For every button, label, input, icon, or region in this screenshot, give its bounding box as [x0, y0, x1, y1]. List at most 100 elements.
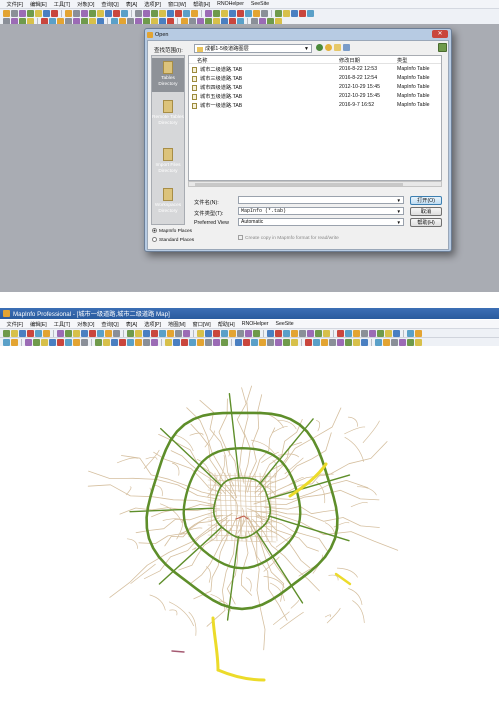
menu-tools[interactable]: 工具[T]	[50, 1, 73, 8]
toolbar-button-icon[interactable]	[361, 338, 368, 346]
toolbar-button-icon[interactable]	[253, 9, 260, 17]
toolbar-button-icon[interactable]	[81, 329, 88, 337]
toolbar-button-icon[interactable]	[119, 338, 126, 346]
toolbar-button-icon[interactable]	[159, 329, 166, 337]
toolbar-button-icon[interactable]	[65, 329, 72, 337]
menu-rnohelper[interactable]: RNOHelper	[214, 1, 248, 7]
map-canvas[interactable]	[0, 346, 499, 704]
toolbar-button-icon[interactable]	[221, 329, 228, 337]
toolbar-button-icon[interactable]	[407, 338, 414, 346]
toolbar-button-icon[interactable]	[111, 338, 118, 346]
toolbar-button-icon[interactable]	[165, 338, 172, 346]
radio-button-selected[interactable]	[152, 228, 157, 233]
toolbar-button-icon[interactable]	[49, 338, 56, 346]
place-import-files[interactable]: Import Files Directory	[152, 148, 184, 175]
toolbar-button-icon[interactable]	[229, 9, 236, 17]
help-button[interactable]: 帮助(H)	[410, 218, 442, 227]
toolbar-button-icon[interactable]	[43, 9, 50, 17]
toolbar-button-icon[interactable]	[143, 329, 150, 337]
toolbar-button-icon[interactable]	[151, 9, 158, 17]
toolbar-button-icon[interactable]	[11, 329, 18, 337]
toolbar-button-icon[interactable]	[353, 329, 360, 337]
toolbar-button-icon[interactable]	[385, 329, 392, 337]
toolbar-button-icon[interactable]	[205, 329, 212, 337]
toolbar-button-icon[interactable]	[235, 338, 242, 346]
toolbar-button-icon[interactable]	[11, 9, 18, 17]
close-button[interactable]: ✕	[432, 30, 448, 38]
toolbar-button-icon[interactable]	[337, 329, 344, 337]
filetype-select[interactable]: MapInfo (*.tab) ▼	[238, 207, 404, 215]
toolbar-button-icon[interactable]	[283, 9, 290, 17]
back-icon[interactable]	[316, 44, 323, 51]
toolbar-button-icon[interactable]	[213, 338, 220, 346]
toolbar-button-icon[interactable]	[183, 9, 190, 17]
toolbar-button-icon[interactable]	[121, 9, 128, 17]
toolbar-button-icon[interactable]	[159, 9, 166, 17]
toolbar-button-icon[interactable]	[19, 329, 26, 337]
toolbar-button-icon[interactable]	[73, 9, 80, 17]
toolbar-button-icon[interactable]	[151, 338, 158, 346]
open-button[interactable]: 打开(O)	[410, 196, 442, 205]
toolbar-button-icon[interactable]	[57, 338, 64, 346]
menu-seesite[interactable]: SeeSite	[272, 321, 297, 327]
toolbar-button-icon[interactable]	[329, 338, 336, 346]
column-type[interactable]: 类型	[397, 57, 407, 64]
toolbar-button-icon[interactable]	[315, 329, 322, 337]
toolbar-button-icon[interactable]	[243, 338, 250, 346]
column-name[interactable]: 名称	[197, 57, 207, 64]
toolbar-button-icon[interactable]	[143, 338, 150, 346]
look-in-dropdown[interactable]: 成都1-5级道路图层 ▼	[194, 44, 312, 53]
toolbar-button-icon[interactable]	[361, 329, 368, 337]
new-folder-icon[interactable]	[334, 44, 341, 51]
toolbar-button-icon[interactable]	[391, 338, 398, 346]
toolbar-button-icon[interactable]	[213, 9, 220, 17]
road-network-map[interactable]	[0, 346, 499, 704]
toolbar-button-icon[interactable]	[167, 9, 174, 17]
toolbar-button-icon[interactable]	[393, 329, 400, 337]
toolbar-button-icon[interactable]	[143, 9, 150, 17]
radio-standard-places[interactable]: Standard Places	[152, 237, 194, 243]
menu-help[interactable]: 帮助[H]	[214, 321, 238, 328]
toolbar-button-icon[interactable]	[245, 9, 252, 17]
toolbar-button-icon[interactable]	[81, 9, 88, 17]
toolbar-button-icon[interactable]	[307, 329, 314, 337]
toolbar-button-icon[interactable]	[105, 9, 112, 17]
toolbar-button-icon[interactable]	[377, 329, 384, 337]
radio-button[interactable]	[152, 237, 157, 242]
menu-file[interactable]: 文件[F]	[3, 1, 26, 8]
toolbar-button-icon[interactable]	[97, 329, 104, 337]
toolbar-button-icon[interactable]	[95, 338, 102, 346]
toolbar-button-icon[interactable]	[407, 329, 414, 337]
toolbar-button-icon[interactable]	[35, 9, 42, 17]
menu-rnohelper[interactable]: RNOHelper	[238, 321, 272, 327]
toolbar-button-icon[interactable]	[205, 338, 212, 346]
toolbar-button-icon[interactable]	[399, 338, 406, 346]
menu-help[interactable]: 帮助[H]	[190, 1, 214, 8]
toolbar-button-icon[interactable]	[267, 338, 274, 346]
place-tables-directory[interactable]: Tables Directory	[152, 58, 184, 92]
toolbar-button-icon[interactable]	[89, 329, 96, 337]
toolbar-button-icon[interactable]	[275, 329, 282, 337]
toolbar-button-icon[interactable]	[135, 329, 142, 337]
toolbar-button-icon[interactable]	[25, 338, 32, 346]
toolbar-button-icon[interactable]	[3, 9, 10, 17]
toolbar-button-icon[interactable]	[105, 329, 112, 337]
toolbar-button-icon[interactable]	[283, 329, 290, 337]
menu-objects[interactable]: 对象[O]	[74, 1, 98, 8]
filename-input[interactable]: ▼	[238, 196, 404, 204]
column-date[interactable]: 修改日期	[339, 57, 360, 64]
preferred-view-select[interactable]: Automatic ▼	[238, 218, 404, 226]
toolbar-button-icon[interactable]	[89, 9, 96, 17]
toolbar-button-icon[interactable]	[151, 329, 158, 337]
toolbar-button-icon[interactable]	[213, 329, 220, 337]
toolbar-button-icon[interactable]	[175, 9, 182, 17]
menu-file[interactable]: 文件[F]	[3, 321, 26, 328]
toolbar-button-icon[interactable]	[175, 329, 182, 337]
toolbar-button-icon[interactable]	[253, 329, 260, 337]
map-preview-icon[interactable]	[438, 43, 447, 52]
place-workspaces[interactable]: Workspaces Directory	[152, 188, 184, 215]
toolbar-button-icon[interactable]	[245, 329, 252, 337]
toolbar-button-icon[interactable]	[167, 329, 174, 337]
toolbar-button-icon[interactable]	[19, 9, 26, 17]
toolbar-button-icon[interactable]	[221, 9, 228, 17]
